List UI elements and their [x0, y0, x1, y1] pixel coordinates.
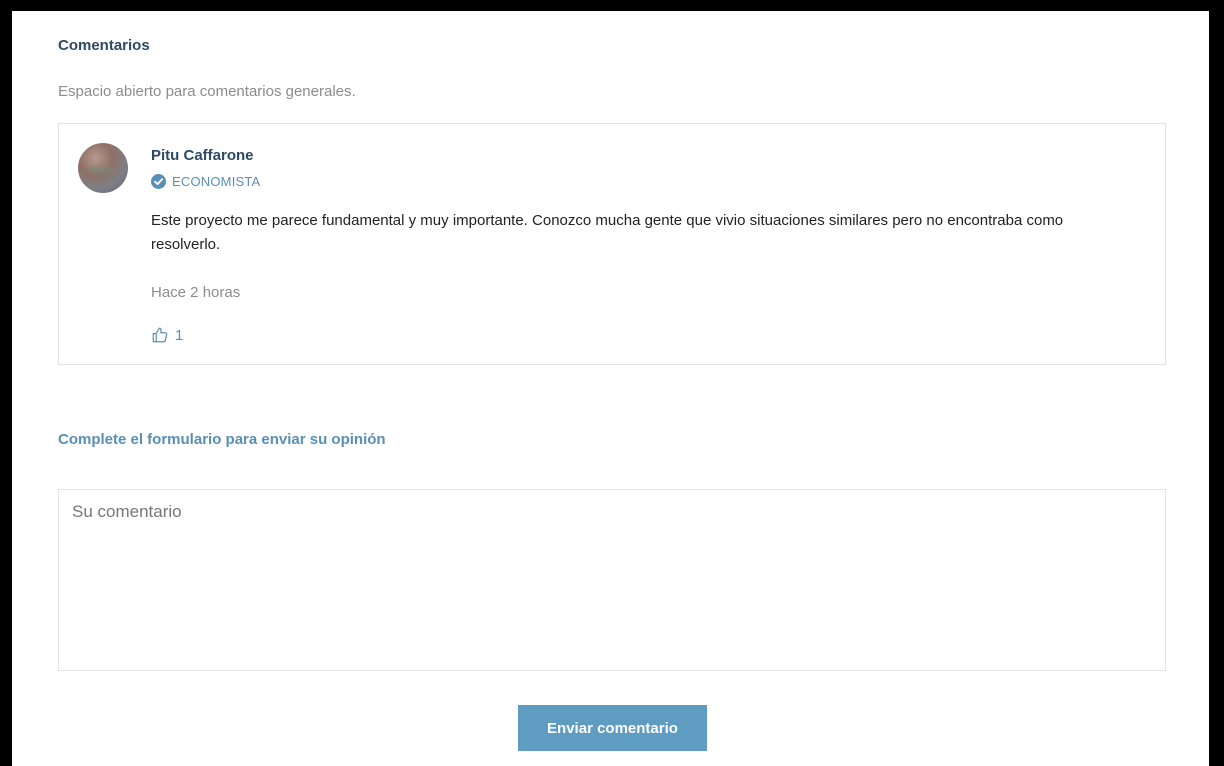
section-subtitle: Espacio abierto para comentarios general…: [58, 83, 356, 100]
avatar[interactable]: [78, 143, 128, 193]
like-button[interactable]: 1: [151, 326, 183, 344]
badge-label: ECONOMISTA: [172, 174, 261, 189]
like-count: 1: [175, 326, 184, 344]
author-name[interactable]: Pitu Caffarone: [151, 147, 254, 164]
submit-comment-button[interactable]: Enviar comentario: [518, 705, 707, 751]
comments-panel: Comentarios Espacio abierto para comenta…: [12, 11, 1209, 766]
verified-badge: ECONOMISTA: [151, 174, 260, 189]
check-circle-icon: [151, 174, 166, 189]
comment-card: Pitu Caffarone ECONOMISTA Este proyecto …: [58, 123, 1166, 365]
section-title: Comentarios: [58, 37, 150, 54]
comment-timestamp: Hace 2 horas: [151, 284, 241, 301]
comment-input[interactable]: [58, 489, 1166, 671]
comment-text: Este proyecto me parece fundamental y mu…: [151, 212, 1064, 253]
form-title: Complete el formulario para enviar su op…: [58, 431, 386, 448]
thumbs-up-icon: [152, 327, 168, 343]
